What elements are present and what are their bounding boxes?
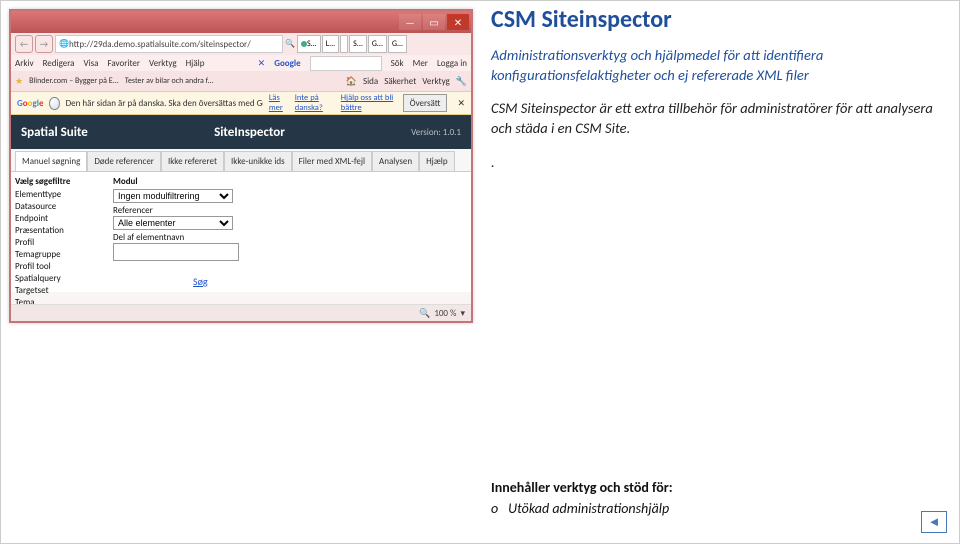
search-link[interactable]: Søg (193, 275, 239, 288)
translate-button[interactable]: Översätt (403, 94, 448, 112)
browser-tab-strip: S... L... S... G... G... (297, 35, 467, 53)
browser-tab[interactable] (340, 35, 348, 53)
translate-bar: Google Den här sidan är på danska. Ska d… (11, 91, 471, 115)
translate-link[interactable]: Läs mer (269, 93, 289, 113)
app-tab[interactable]: Ikke-unikke ids (224, 151, 292, 171)
toolbar-item[interactable]: Säkerhet (384, 76, 416, 87)
partname-input[interactable] (113, 243, 239, 261)
doc-body: CSM Siteinspector är ett extra tillbehör… (491, 99, 949, 138)
translate-link[interactable]: Inte på danska? (295, 93, 335, 113)
app-tab[interactable]: Manuel søgning (15, 151, 87, 171)
module-select[interactable]: Ingen modulfiltrering (113, 189, 233, 203)
browser-screenshot: — ▭ ✕ ← → 🌐 http://29da.demo.spatialsuit… (9, 9, 473, 323)
footer-item-text: Utökad administrationshjälp (508, 500, 669, 517)
prev-slide-button[interactable]: ◄ (921, 511, 947, 533)
menu-item[interactable]: Visa (83, 58, 98, 69)
google-logo: Google (274, 58, 300, 69)
doc-intro: Administrationsverktyg och hjälpmedel fö… (491, 46, 949, 85)
browser-tab[interactable]: G... (388, 35, 407, 53)
references-select[interactable]: Alle elementer (113, 216, 233, 230)
goog-extra[interactable]: Mer (413, 58, 428, 69)
browser-tab[interactable]: S... (349, 35, 367, 53)
zoom-icon[interactable]: 🔍 (419, 308, 430, 319)
goog-extra[interactable]: Logga in (437, 58, 467, 69)
browser-commandbar: ★ Blinder.com – Bygger på E... Tester av… (11, 71, 471, 91)
forward-button[interactable]: → (35, 35, 53, 53)
doc-title: CSM Siteinspector (491, 5, 949, 34)
app-tab[interactable]: Ikke refereret (161, 151, 224, 171)
menu-item[interactable]: Verktyg (149, 58, 177, 69)
address-bar[interactable]: 🌐 http://29da.demo.spatialsuite.com/site… (55, 35, 283, 53)
filter-item[interactable]: Targetset (15, 285, 103, 297)
filter-item[interactable]: Præsentation (15, 225, 103, 237)
footer-heading: Innehåller verktyg och stöd för: (491, 479, 899, 496)
goog-extra[interactable]: Sök (391, 58, 404, 69)
browser-menubar: Arkiv Redigera Visa Favoriter Verktyg Hj… (11, 55, 471, 71)
filter-form: Modul Ingen modulfiltrering Referencer A… (107, 172, 245, 292)
minimize-button[interactable]: — (399, 14, 421, 30)
dismiss-translate-icon[interactable]: ✕ (457, 98, 465, 109)
menu-item[interactable]: Favoriter (108, 58, 141, 69)
filter-item[interactable]: Temagruppe (15, 249, 103, 261)
tools-icon[interactable]: 🔧 (456, 76, 467, 87)
filter-list: Vælg søgefiltre Elementtype Datasource E… (11, 172, 107, 292)
translate-link[interactable]: Hjälp oss att bli bättre (341, 93, 397, 113)
toolbar-item[interactable]: Sida (363, 76, 378, 87)
filter-item[interactable]: Endpoint (15, 213, 103, 225)
app-tab[interactable]: Filer med XML-fejl (292, 151, 372, 171)
footer-item: o Utökad administrationshjälp (491, 500, 899, 517)
browser-navbar: ← → 🌐 http://29da.demo.spatialsuite.com/… (11, 33, 471, 55)
label-references: Referencer (113, 205, 153, 216)
menu-item[interactable]: Hjälp (186, 58, 205, 69)
filter-item[interactable]: Spatialquery (15, 273, 103, 285)
app-version: Version: 1.0.1 (411, 127, 461, 138)
menu-item[interactable]: Redigera (43, 58, 75, 69)
close-button[interactable]: ✕ (447, 14, 469, 30)
globe-icon (49, 97, 59, 110)
zoom-chevron-icon[interactable]: ▾ (460, 308, 465, 319)
zoom-level: 100 % (434, 308, 456, 319)
label-partname: Del af elementnavn (113, 232, 184, 243)
app-tab[interactable]: Analysen (372, 151, 419, 171)
bullet: o (491, 500, 505, 517)
browser-tab[interactable]: G... (368, 35, 387, 53)
browser-tab[interactable]: L... (322, 35, 339, 53)
filter-heading: Vælg søgefiltre (15, 176, 103, 187)
doc-footer: Innehåller verktyg och stöd för: o Utöka… (491, 479, 899, 517)
menu-item[interactable]: Arkiv (15, 58, 34, 69)
filter-item[interactable]: Datasource (15, 201, 103, 213)
search-icon: 🔍 (285, 39, 295, 49)
window-titlebar: — ▭ ✕ (11, 11, 471, 33)
home-icon[interactable]: 🏠 (346, 76, 357, 87)
favorites-star-icon[interactable]: ★ (15, 76, 23, 87)
address-text: http://29da.demo.spatialsuite.com/sitein… (69, 39, 251, 50)
toolbar-item[interactable]: Verktyg (422, 76, 450, 87)
translate-text: Den här sidan är på danska. Ska den över… (66, 98, 263, 109)
filter-item[interactable]: Elementtype (15, 189, 103, 201)
form-heading: Modul (113, 176, 239, 187)
page-icon: 🌐 (59, 39, 69, 49)
app-tabstrip: Manuel søgning Døde referencer Ikke refe… (11, 149, 471, 172)
browser-tab[interactable]: S... (297, 35, 321, 53)
app-tab[interactable]: Døde referencer (87, 151, 161, 171)
slide-page: — ▭ ✕ ← → 🌐 http://29da.demo.spatialsuit… (0, 0, 960, 544)
back-button[interactable]: ← (15, 35, 33, 53)
app-tab[interactable]: Hjælp (419, 151, 455, 171)
tab-label[interactable]: Blinder.com – Bygger på E... (29, 76, 119, 86)
close-tabgroup-icon[interactable]: ✕ (258, 58, 266, 69)
app-header: Spatial Suite SiteInspector Version: 1.0… (11, 115, 471, 149)
browser-statusbar: 🔍 100 % ▾ (11, 304, 471, 321)
doc-dot: . (491, 153, 949, 171)
tab-label[interactable]: Tester av bilar och andra f... (125, 76, 214, 86)
app-body: Vælg søgefiltre Elementtype Datasource E… (11, 172, 471, 292)
google-search-input[interactable] (310, 56, 382, 71)
filter-item[interactable]: Profil (15, 237, 103, 249)
filter-item[interactable]: Profil tool (15, 261, 103, 273)
doc-text: CSM Siteinspector Administrationsverktyg… (491, 3, 949, 185)
app-title: SiteInspector (88, 125, 411, 140)
app-brand: Spatial Suite (21, 125, 88, 140)
maximize-button[interactable]: ▭ (423, 14, 445, 30)
